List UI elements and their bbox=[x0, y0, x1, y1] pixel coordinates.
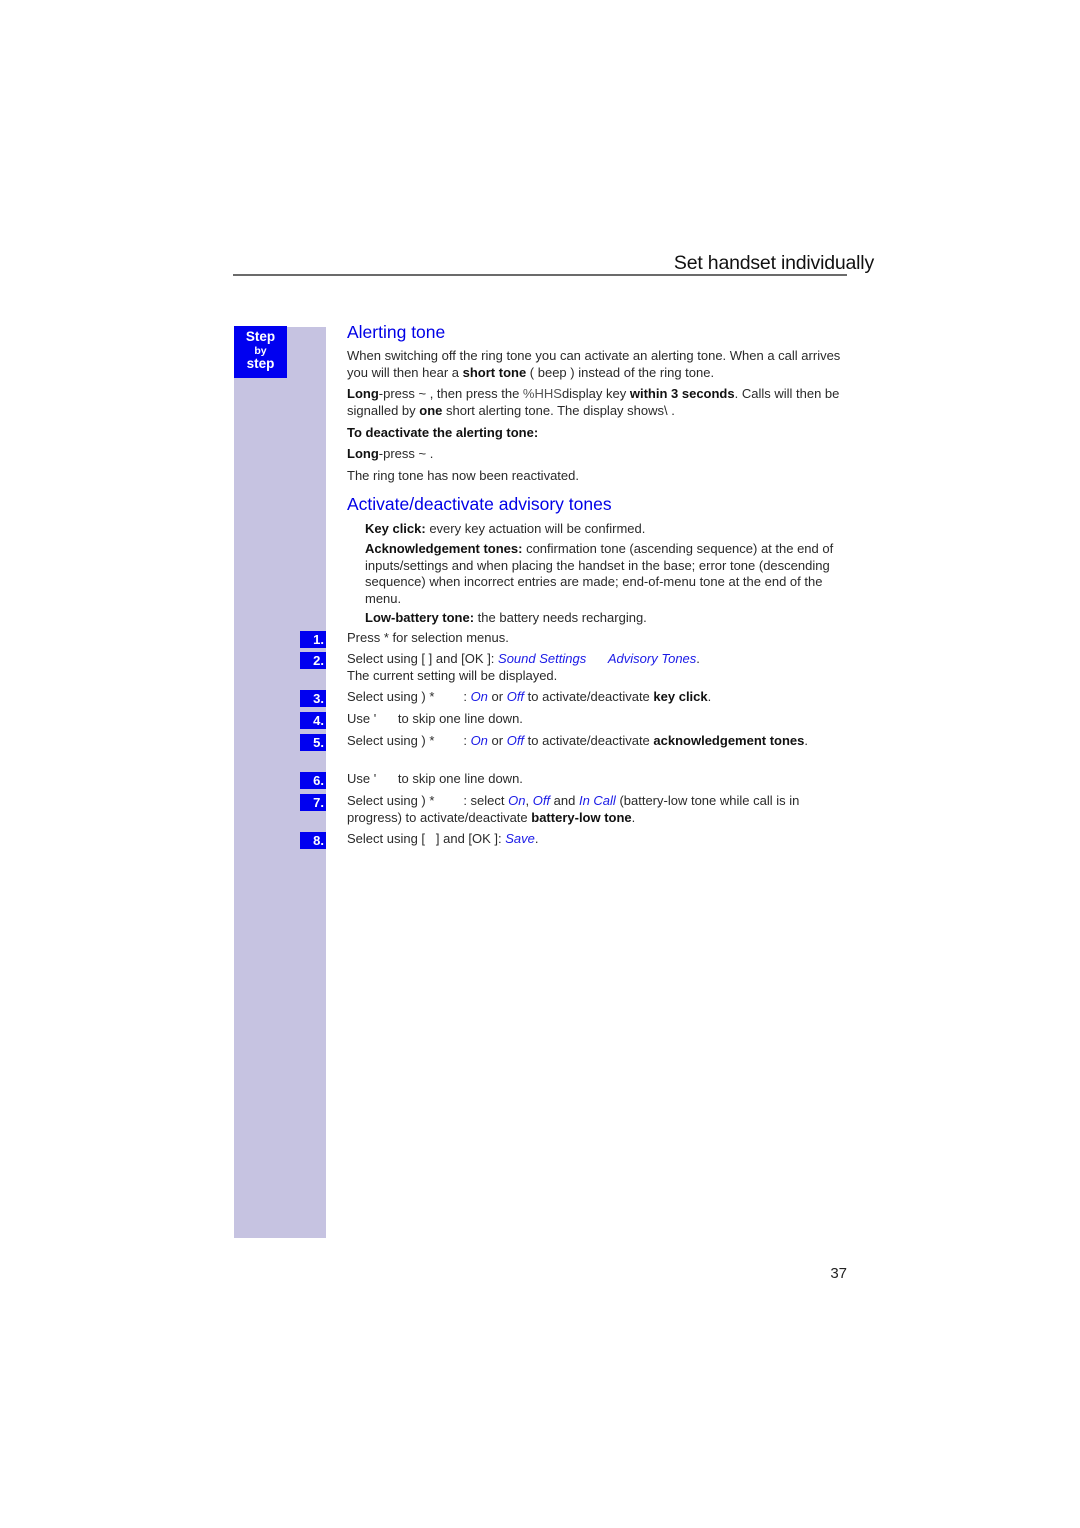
text: Select using ) * : bbox=[347, 733, 471, 748]
step-1-text: Press * for selection menus. bbox=[347, 630, 509, 645]
advisory-item-key-click: Key click: every key actuation will be c… bbox=[365, 521, 845, 538]
option-off: Off bbox=[532, 793, 551, 808]
item-term: Key click: bbox=[365, 521, 426, 536]
text: Select using [ ] and [OK ]: bbox=[347, 831, 506, 846]
reactivated-note: The ring tone has now been reactivated. bbox=[347, 468, 579, 483]
text: or bbox=[487, 689, 507, 704]
step-by-step-badge: Step by step bbox=[234, 326, 287, 378]
text: ( beep ) instead of the ring tone. bbox=[526, 364, 715, 380]
step-number-5: 5. bbox=[300, 734, 326, 751]
text: to activate/deactivate bbox=[524, 733, 654, 748]
option-on: On bbox=[470, 689, 488, 704]
step-number-8: 8. bbox=[300, 832, 326, 849]
option-off: Off bbox=[506, 689, 525, 704]
step-number-1: 1. bbox=[300, 631, 326, 648]
step-5-text: Select using ) * : On or Off to activate… bbox=[347, 733, 847, 750]
header-divider bbox=[233, 274, 847, 276]
text: The current setting will be displayed. bbox=[347, 667, 558, 683]
text: short alerting tone. The display shows\ … bbox=[442, 402, 675, 418]
page-header-title: Set handset individually bbox=[673, 252, 874, 274]
text-bold: short tone bbox=[462, 364, 527, 380]
option-on: On bbox=[508, 793, 526, 808]
step-number-3: 3. bbox=[300, 690, 326, 707]
badge-line-3: step bbox=[246, 356, 275, 371]
text-bold: within 3 seconds bbox=[629, 386, 735, 401]
text: . bbox=[534, 831, 539, 846]
badge-line-1: Step bbox=[245, 329, 276, 344]
text-bold: battery-low tone bbox=[531, 809, 632, 825]
step-3-text: Select using ) * : On or Off to activate… bbox=[347, 689, 847, 706]
step-4-text: Use ' to skip one line down. bbox=[347, 711, 523, 726]
item-desc: the battery needs recharging. bbox=[474, 610, 647, 625]
text-bold: acknowledgement tones bbox=[653, 733, 805, 748]
page-number: 37 bbox=[830, 1265, 847, 1282]
option-off: Off bbox=[506, 733, 525, 748]
step-number-7: 7. bbox=[300, 794, 326, 811]
step-7-text: Select using ) * : select On, Off and In… bbox=[347, 793, 847, 826]
text-bold: Long bbox=[347, 446, 379, 461]
display-key-label: %HHS bbox=[522, 386, 562, 401]
text: and bbox=[550, 793, 579, 808]
step-8-text: Select using [ ] and [OK ]: Save. bbox=[347, 831, 847, 848]
section-heading-advisory-tones: Activate/deactivate advisory tones bbox=[347, 494, 612, 514]
text-bold: key click bbox=[653, 689, 708, 704]
menu-item-sound-settings: Sound Settings bbox=[498, 651, 587, 666]
section-heading-alerting-tone: Alerting tone bbox=[347, 322, 446, 342]
advisory-item-low-battery: Low-battery tone: the battery needs rech… bbox=[365, 610, 845, 627]
alerting-paragraph-2: Long-press ~ , then press the %HHSdispla… bbox=[347, 386, 847, 419]
step-number-2: 2. bbox=[300, 652, 326, 669]
text-bold: Long bbox=[347, 386, 379, 401]
item-desc: every key actuation will be confirmed. bbox=[425, 521, 646, 536]
text: . bbox=[804, 733, 809, 748]
text: -press ~ , then press the bbox=[378, 386, 523, 401]
menu-item-save: Save bbox=[505, 831, 535, 846]
step-2-text: Select using [ ] and [OK ]: Sound Settin… bbox=[347, 651, 847, 684]
alerting-paragraph-1: When switching off the ring tone you can… bbox=[347, 348, 847, 381]
text: display key bbox=[561, 386, 630, 401]
step-number-4: 4. bbox=[300, 712, 326, 729]
step-number-6: 6. bbox=[300, 772, 326, 789]
text: Select using [ ] and [OK ]: bbox=[347, 651, 499, 666]
item-term: Low-battery tone: bbox=[365, 610, 475, 625]
advisory-item-acknowledgement: Acknowledgement tones: confirmation tone… bbox=[365, 541, 845, 607]
step-6-text: Use ' to skip one line down. bbox=[347, 771, 523, 786]
text: . bbox=[696, 651, 700, 666]
text: . bbox=[707, 689, 712, 704]
text: Select using ) * : select bbox=[347, 793, 509, 808]
deactivate-instruction: Long-press ~ . bbox=[347, 446, 847, 463]
text: -press ~ . bbox=[378, 446, 434, 461]
menu-item-advisory-tones: Advisory Tones bbox=[607, 651, 697, 666]
option-on: On bbox=[470, 733, 488, 748]
option-in-call: In Call bbox=[578, 793, 616, 808]
menu-arrow-icon bbox=[586, 651, 608, 666]
deactivate-subheading: To deactivate the alerting tone: bbox=[347, 425, 539, 440]
badge-line-2: by bbox=[254, 344, 267, 357]
text: . bbox=[631, 809, 636, 825]
item-term: Acknowledgement tones: bbox=[365, 541, 523, 556]
text: , bbox=[525, 793, 533, 808]
text: Select using ) * : bbox=[347, 689, 471, 704]
text-bold: one bbox=[419, 402, 443, 418]
text: to activate/deactivate bbox=[524, 689, 654, 704]
text: or bbox=[487, 733, 507, 748]
